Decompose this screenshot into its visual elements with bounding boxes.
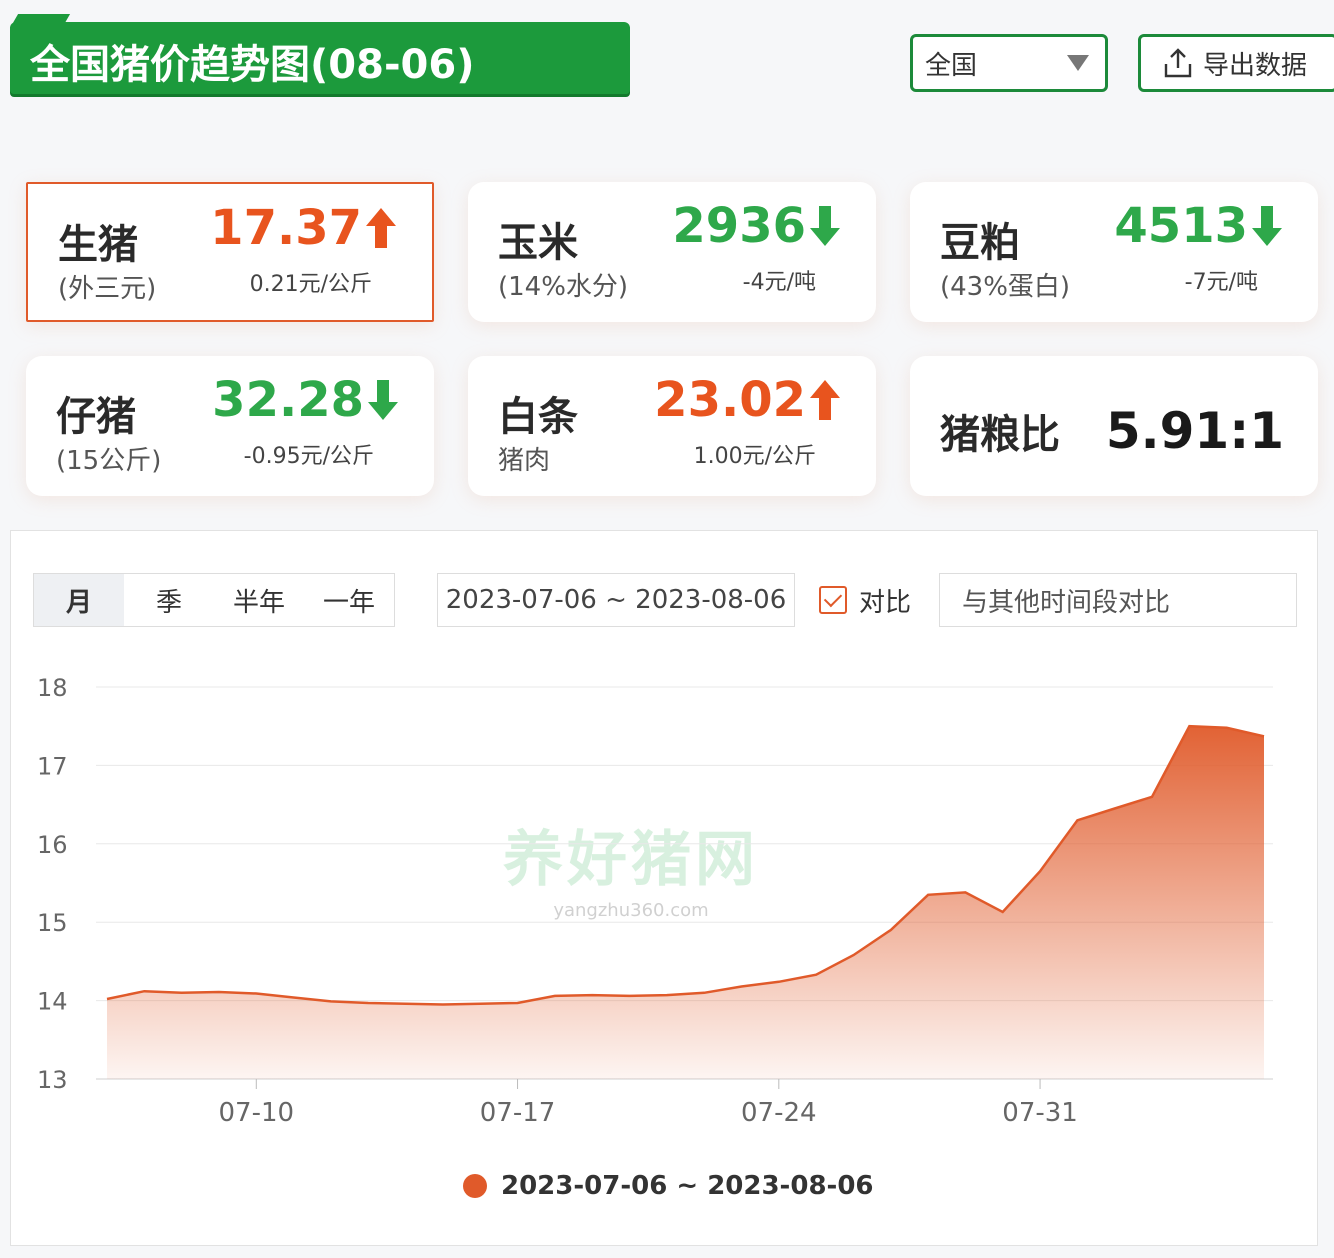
y-tick-label: 17 xyxy=(37,752,68,780)
range-tabs: 月 季 半年 一年 xyxy=(33,573,395,627)
card-change: 0.21元/公斤 xyxy=(249,272,372,297)
card-name: 玉米 xyxy=(498,220,578,266)
card-price-value: 32.28 xyxy=(212,372,364,428)
y-tick-label: 14 xyxy=(37,988,68,1016)
region-select[interactable]: 全国 xyxy=(910,34,1108,92)
card-price: 32.28 xyxy=(212,372,400,428)
compare-label: 对比 xyxy=(859,587,912,618)
card-price-value: 4513 xyxy=(1114,198,1248,254)
legend-dot xyxy=(463,1174,487,1198)
card-price-value: 23.02 xyxy=(654,372,806,428)
chart-legend[interactable]: 2023-07-06 ~ 2023-08-06 xyxy=(463,1171,874,1201)
card-price-value: 2936 xyxy=(672,198,806,254)
tab-quarter[interactable]: 季 xyxy=(124,574,214,626)
card-sub: (15公斤) xyxy=(56,446,162,476)
card-sub: (14%水分) xyxy=(498,272,629,302)
card-price: 17.37 xyxy=(210,200,398,256)
y-tick-label: 16 xyxy=(37,831,68,859)
card-name: 猪粮比 xyxy=(940,412,1060,458)
y-tick-label: 13 xyxy=(37,1066,68,1094)
x-tick-label: 07-24 xyxy=(741,1098,817,1128)
y-tick-label: 18 xyxy=(37,674,68,702)
date-range-picker[interactable]: 2023-07-06 ~ 2023-08-06 xyxy=(437,573,795,627)
page-title: 全国猪价趋势图(08-06) xyxy=(30,42,475,88)
card-corn[interactable]: 玉米 (14%水分) 2936 -4元/吨 xyxy=(468,182,876,322)
card-price: 2936 xyxy=(672,198,842,254)
x-tick-label: 07-31 xyxy=(1002,1098,1078,1128)
arrow-down-icon xyxy=(1252,206,1282,246)
tab-year[interactable]: 一年 xyxy=(304,574,394,626)
y-tick-label: 15 xyxy=(37,909,68,937)
arrow-down-icon xyxy=(368,380,398,420)
legend-label: 2023-07-06 ~ 2023-08-06 xyxy=(501,1171,874,1201)
compare-toggle[interactable]: 对比 xyxy=(819,573,911,627)
ratio-value: 5.91:1 xyxy=(1105,402,1284,460)
arrow-down-icon xyxy=(810,206,840,246)
tab-month[interactable]: 月 xyxy=(34,574,124,626)
card-sub: (外三元) xyxy=(58,274,157,304)
x-tick-label: 07-10 xyxy=(219,1098,295,1128)
card-name: 仔猪 xyxy=(56,394,136,440)
export-data-label: 导出数据 xyxy=(1203,50,1308,81)
title-banner: 全国猪价趋势图(08-06) xyxy=(10,22,630,94)
tab-half-year[interactable]: 半年 xyxy=(214,574,304,626)
card-carcass-pork[interactable]: 白条 猪肉 23.02 1.00元/公斤 xyxy=(468,356,876,496)
arrow-up-icon xyxy=(366,208,396,248)
card-price: 4513 xyxy=(1114,198,1284,254)
card-sub: (43%蛋白) xyxy=(940,272,1071,302)
caret-down-icon xyxy=(1067,55,1089,71)
card-name: 白条 xyxy=(498,394,578,440)
compare-period-input[interactable]: 与其他时间段对比 xyxy=(939,573,1297,627)
card-sub: 猪肉 xyxy=(498,446,551,476)
export-data-button[interactable]: 导出数据 xyxy=(1138,34,1334,92)
card-change: -4元/吨 xyxy=(742,270,816,295)
x-tick-label: 07-17 xyxy=(480,1098,556,1128)
arrow-up-icon xyxy=(810,380,840,420)
chart-panel: 月 季 半年 一年 2023-07-06 ~ 2023-08-06 对比 与其他… xyxy=(10,530,1318,1246)
card-soymeal[interactable]: 豆粕 (43%蛋白) 4513 -7元/吨 xyxy=(910,182,1318,322)
price-area-chart: 13 14 15 16 17 18 07-10 07-17 07-24 07-31 xyxy=(37,674,1273,1128)
card-change: -7元/吨 xyxy=(1184,270,1258,295)
card-change: -0.95元/公斤 xyxy=(243,444,374,469)
card-price-value: 17.37 xyxy=(210,200,362,256)
compare-checkbox[interactable] xyxy=(819,586,847,614)
region-select-value: 全国 xyxy=(925,50,978,81)
card-change: 1.00元/公斤 xyxy=(693,444,816,469)
card-name: 豆粕 xyxy=(940,220,1020,266)
card-price: 23.02 xyxy=(654,372,842,428)
card-piglet[interactable]: 仔猪 (15公斤) 32.28 -0.95元/公斤 xyxy=(26,356,434,496)
card-name: 生猪 xyxy=(58,222,138,268)
card-live-hog[interactable]: 生猪 (外三元) 17.37 0.21元/公斤 xyxy=(26,182,434,322)
card-hog-grain-ratio[interactable]: 猪粮比 5.91:1 xyxy=(910,356,1318,496)
series-area xyxy=(107,726,1264,1079)
upload-icon xyxy=(1164,48,1192,78)
